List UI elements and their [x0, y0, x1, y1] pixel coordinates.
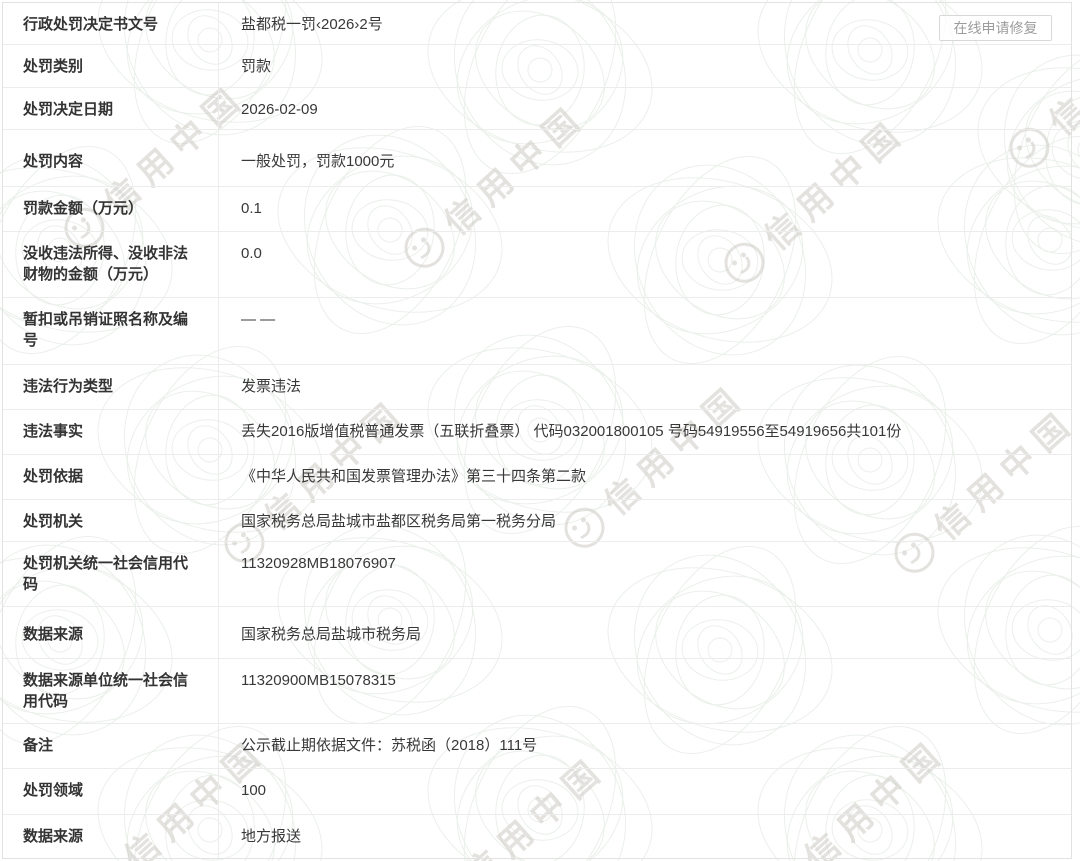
row-data-source: 数据来源 国家税务总局盐城市税务局	[3, 606, 1071, 658]
field-value-text: 11320928MB18076907	[241, 555, 396, 572]
row-decision-doc-number: 行政处罚决定书文号 盐都税一罚‹2026›2号 在线申请修复	[3, 3, 1071, 44]
row-decision-date: 处罚决定日期 2026-02-09	[3, 87, 1071, 129]
field-value: 2026-02-09	[219, 88, 1071, 129]
row-penalty-category: 处罚类别 罚款	[3, 44, 1071, 87]
field-label: 数据来源	[3, 607, 219, 658]
field-value-text: 0.1	[241, 200, 262, 217]
online-repair-apply-button[interactable]: 在线申请修复	[939, 15, 1052, 41]
row-remarks: 备注 公示截止期依据文件：苏税函（2018）111号	[3, 723, 1071, 768]
row-penalty-content: 处罚内容 一般处罚，罚款1000元	[3, 129, 1071, 186]
row-source-unit-credit-code: 数据来源单位统一社会信用代码 11320900MB15078315	[3, 658, 1071, 723]
field-value: 100	[219, 769, 1071, 814]
field-value: 0.1	[219, 187, 1071, 231]
field-value: — —	[219, 298, 1071, 364]
field-label: 数据来源	[3, 815, 219, 859]
field-label: 暂扣或吊销证照名称及编号	[3, 298, 219, 364]
row-authority-credit-code: 处罚机关统一社会信用代码 11320928MB18076907	[3, 541, 1071, 606]
field-label: 违法事实	[3, 410, 219, 454]
field-label: 处罚依据	[3, 455, 219, 499]
field-value: 公示截止期依据文件：苏税函（2018）111号	[219, 724, 1071, 768]
field-value-text: 国家税务总局盐城市盐都区税务局第一税务分局	[241, 513, 556, 530]
field-label: 处罚机关统一社会信用代码	[3, 542, 219, 606]
field-label: 处罚内容	[3, 130, 219, 186]
field-value-text: 2026-02-09	[241, 101, 318, 118]
field-value-text: 100	[241, 782, 266, 799]
field-label: 行政处罚决定书文号	[3, 3, 219, 44]
row-penalty-basis: 处罚依据 《中华人民共和国发票管理办法》第三十四条第二款	[3, 454, 1071, 499]
row-fine-amount: 罚款金额（万元） 0.1	[3, 186, 1071, 231]
field-value-text: 11320900MB15078315	[241, 672, 396, 689]
field-value-text: 0.0	[241, 245, 262, 262]
penalty-detail-page: 信用中国 信用中国 信用中国 信用中国 信用中国 信用中国 信用中国 信用中国 …	[0, 0, 1080, 861]
field-label: 处罚机关	[3, 500, 219, 541]
field-value-text: 一般处罚，罚款1000元	[241, 153, 394, 170]
row-violation-facts: 违法事实 丢失2016版增值税普通发票（五联折叠票） 代码03200180010…	[3, 409, 1071, 454]
field-label: 没收违法所得、没收非法财物的金额（万元）	[3, 232, 219, 297]
field-label: 罚款金额（万元）	[3, 187, 219, 231]
field-value-text: 发票违法	[241, 378, 301, 395]
field-value-text: 国家税务总局盐城市税务局	[241, 626, 421, 643]
field-value-text: 罚款	[241, 58, 271, 75]
field-value-text: 《中华人民共和国发票管理办法》第三十四条第二款	[241, 468, 586, 485]
field-value: 0.0	[219, 232, 1071, 297]
row-confiscation-amount: 没收违法所得、没收非法财物的金额（万元） 0.0	[3, 231, 1071, 297]
field-value-text: 丢失2016版增值税普通发票（五联折叠票） 代码032001800105 号码5…	[241, 423, 901, 440]
row-data-source-2: 数据来源 地方报送	[3, 814, 1071, 859]
field-value: 国家税务总局盐城市税务局	[219, 607, 1071, 658]
field-label: 处罚领域	[3, 769, 219, 814]
penalty-detail-table: 行政处罚决定书文号 盐都税一罚‹2026›2号 在线申请修复 处罚类别 罚款 处…	[2, 2, 1072, 859]
row-violation-type: 违法行为类型 发票违法	[3, 364, 1071, 409]
field-value: 丢失2016版增值税普通发票（五联折叠票） 代码032001800105 号码5…	[219, 410, 1071, 454]
field-label: 违法行为类型	[3, 365, 219, 409]
field-value: 11320900MB15078315	[219, 659, 1071, 723]
field-value-text: 公示截止期依据文件：苏税函（2018）111号	[241, 737, 537, 754]
field-value: 《中华人民共和国发票管理办法》第三十四条第二款	[219, 455, 1071, 499]
field-value: 罚款	[219, 45, 1071, 87]
field-label: 数据来源单位统一社会信用代码	[3, 659, 219, 723]
field-value: 11320928MB18076907	[219, 542, 1071, 606]
row-license-revocation: 暂扣或吊销证照名称及编号 — —	[3, 297, 1071, 364]
field-value: 地方报送	[219, 815, 1071, 859]
field-value-text: 地方报送	[241, 828, 301, 845]
field-label: 处罚决定日期	[3, 88, 219, 129]
field-value-text: — —	[241, 311, 275, 328]
field-label: 备注	[3, 724, 219, 768]
field-value: 发票违法	[219, 365, 1071, 409]
field-value: 国家税务总局盐城市盐都区税务局第一税务分局	[219, 500, 1071, 541]
row-penalty-authority: 处罚机关 国家税务总局盐城市盐都区税务局第一税务分局	[3, 499, 1071, 541]
row-penalty-field: 处罚领域 100	[3, 768, 1071, 814]
field-value: 一般处罚，罚款1000元	[219, 130, 1071, 186]
field-value-text: 盐都税一罚‹2026›2号	[241, 16, 383, 33]
field-label: 处罚类别	[3, 45, 219, 87]
